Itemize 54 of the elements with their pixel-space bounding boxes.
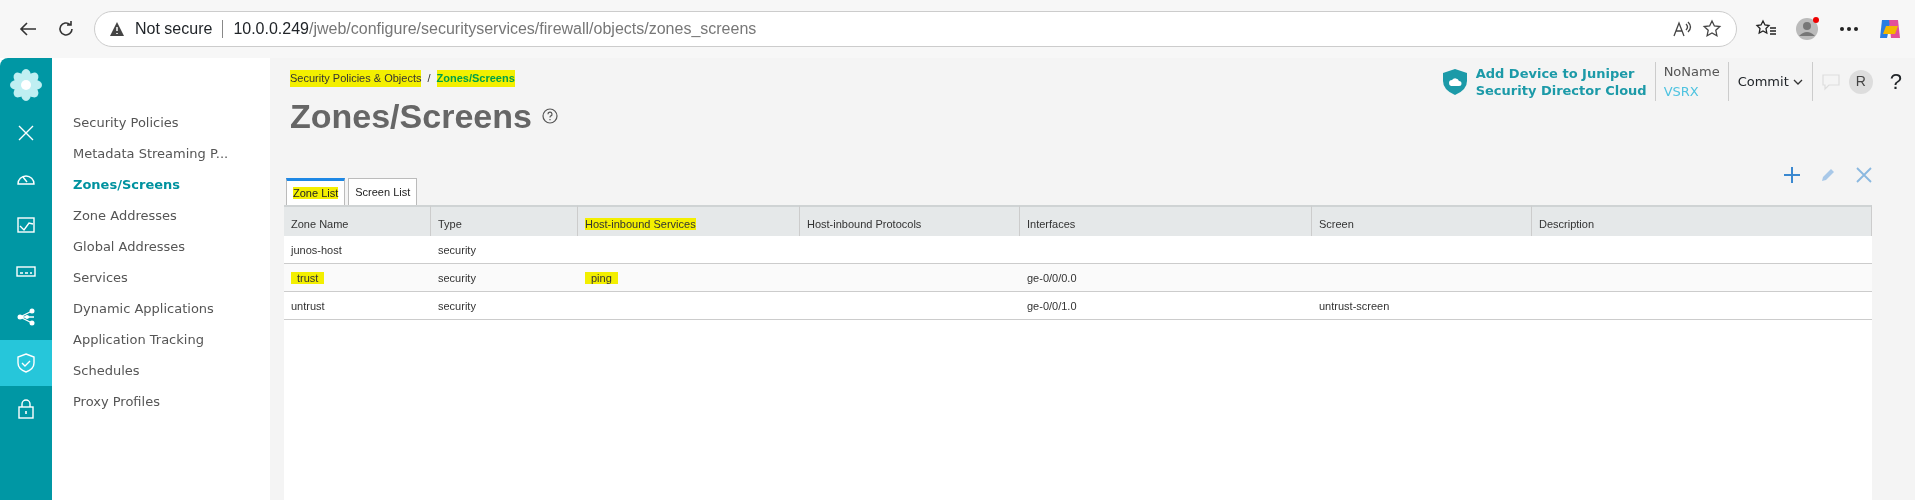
table-cell: security bbox=[431, 292, 578, 320]
caret-icon bbox=[1792, 78, 1803, 85]
device-name: NoName bbox=[1663, 63, 1720, 81]
shield-icon bbox=[15, 352, 37, 374]
lock-icon bbox=[15, 398, 37, 420]
nav-item[interactable]: Global Addresses bbox=[52, 234, 270, 265]
logo-icon bbox=[9, 68, 43, 102]
shield-cloud-icon[interactable] bbox=[1441, 67, 1468, 96]
column-header[interactable]: Description bbox=[1532, 205, 1872, 236]
tab[interactable]: Screen List bbox=[348, 177, 418, 205]
rail-item[interactable] bbox=[0, 340, 52, 386]
column-header[interactable]: Zone Name bbox=[284, 205, 431, 236]
more-icon[interactable] bbox=[1839, 26, 1859, 32]
page-title: Zones/Screens bbox=[290, 95, 532, 137]
address-bar[interactable]: Not secure 10.0.0.249/jweb/configure/securityservices/firewall/objects/zones_screens bbox=[94, 11, 1737, 47]
commit-menu[interactable]: Commit bbox=[1736, 62, 1804, 101]
url-divider bbox=[222, 20, 224, 38]
table-cell: untrust-screen bbox=[1312, 292, 1532, 320]
url-text: 10.0.0.249/jweb/configure/securityservices/firewall/objects/zones_screens bbox=[233, 19, 757, 39]
table-cell: ge-0/0/0.0 bbox=[1020, 264, 1312, 292]
column-header[interactable]: Host-inbound Protocols bbox=[800, 205, 1020, 236]
reload-icon[interactable] bbox=[56, 19, 76, 39]
close-icon[interactable] bbox=[1855, 165, 1873, 184]
warning-icon bbox=[109, 21, 125, 37]
add-icon[interactable] bbox=[1783, 165, 1801, 184]
nav-item[interactable]: Proxy Profiles bbox=[52, 389, 270, 420]
nav-item[interactable]: Security Policies bbox=[52, 110, 270, 141]
read-aloud-icon[interactable] bbox=[1672, 20, 1692, 38]
column-header[interactable]: Screen bbox=[1312, 205, 1532, 236]
star-icon[interactable] bbox=[1702, 19, 1722, 39]
nav-item[interactable]: Zone Addresses bbox=[52, 203, 270, 234]
help-icon bbox=[541, 108, 558, 124]
profile-icon[interactable] bbox=[1795, 16, 1821, 42]
column-header[interactable]: Interfaces bbox=[1020, 205, 1312, 236]
nav-item[interactable]: Schedules bbox=[52, 358, 270, 389]
column-header[interactable]: Type bbox=[431, 205, 578, 236]
security-label: Not secure bbox=[135, 19, 213, 39]
table-cell: ge-0/0/1.0 bbox=[1020, 292, 1312, 320]
nav-item[interactable]: Dynamic Applications bbox=[52, 296, 270, 327]
breadcrumb-link[interactable]: Security Policies & Objects bbox=[290, 70, 422, 87]
avatar[interactable]: R bbox=[1848, 69, 1873, 94]
table-cell: ping bbox=[578, 264, 800, 292]
column-header[interactable]: Host-inbound Services bbox=[578, 205, 800, 236]
help-button[interactable]: ? bbox=[1888, 64, 1903, 99]
nav-item[interactable]: Application Tracking bbox=[52, 327, 270, 358]
nav-item[interactable]: Services bbox=[52, 265, 270, 296]
table-cell: untrust bbox=[284, 292, 431, 320]
table-cell: trust bbox=[284, 264, 431, 292]
nav-item[interactable]: Zones/Screens bbox=[52, 172, 270, 203]
table-cell: security bbox=[431, 264, 578, 292]
nav-item[interactable]: Metadata Streaming P... bbox=[52, 141, 270, 172]
breadcrumb-separator: / bbox=[427, 71, 431, 86]
chart-icon bbox=[15, 214, 37, 236]
share-icon bbox=[15, 306, 37, 328]
